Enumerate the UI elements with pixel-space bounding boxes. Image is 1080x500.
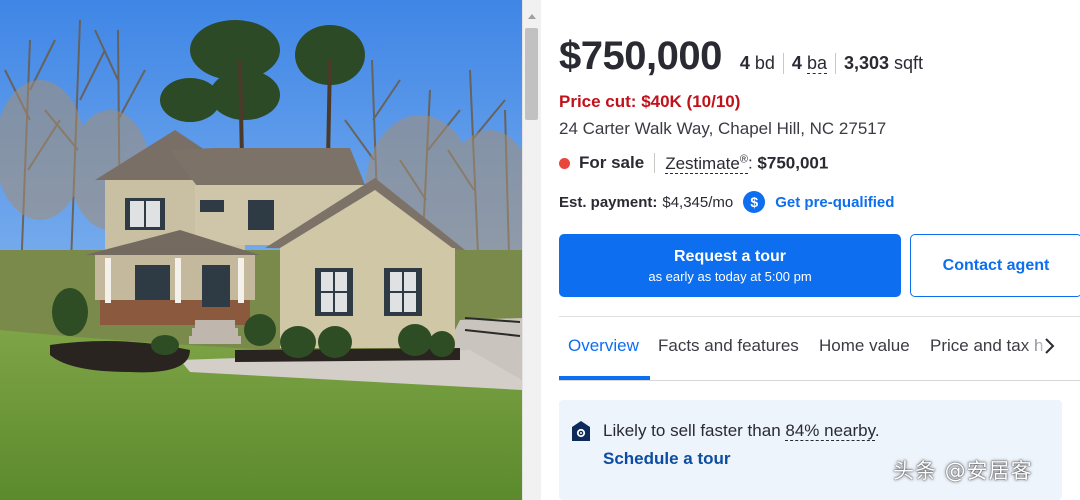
beds-fact: 4 bd — [740, 53, 783, 74]
sqft-unit: sqft — [894, 53, 924, 73]
request-tour-sublabel: as early as today at 5:00 pm — [648, 268, 812, 284]
active-tab-indicator — [559, 376, 650, 380]
photo-scrollbar[interactable] — [522, 0, 541, 500]
price-summary: $750,000 4 bd 4 ba 3,303 sqft — [559, 34, 931, 79]
insight-text: Likely to sell faster than 84% nearby. — [603, 421, 880, 441]
insight-text-before: Likely to sell faster than — [603, 421, 786, 440]
zestimate[interactable]: Zestimate®: $750,001 — [665, 153, 828, 174]
tab-facts-and-features[interactable]: Facts and features — [658, 336, 799, 356]
listing-details: $750,000 4 bd 4 ba 3,303 sqft Price cut:… — [559, 0, 1080, 500]
beds-value: 4 — [739, 53, 750, 73]
scroll-thumb[interactable] — [525, 28, 538, 120]
listing-address: 24 Carter Walk Way, Chapel Hill, NC 2751… — [559, 119, 887, 138]
payment-label: Est. payment: — [559, 193, 658, 211]
chevron-right-icon[interactable] — [1042, 336, 1058, 356]
zestimate-label-text: Zestimate — [665, 153, 740, 173]
dollar-circle-icon: $ — [743, 191, 766, 213]
watermark: 头条 @安居客 — [893, 459, 1033, 483]
zestimate-registered-mark: ® — [739, 153, 748, 165]
baths-unit[interactable]: ba — [806, 53, 827, 74]
detail-tabs: Overview Facts and features Home value P… — [559, 318, 1080, 381]
status-dot-icon — [559, 157, 570, 169]
sell-faster-insight-card: Likely to sell faster than 84% nearby. S… — [559, 400, 1062, 500]
listing-photo[interactable] — [0, 0, 522, 500]
payment-value: $4,345/mo — [662, 193, 734, 211]
house-icon — [572, 421, 590, 441]
contact-agent-button[interactable]: Contact agent — [910, 234, 1080, 297]
tab-overview[interactable]: Overview — [568, 336, 639, 356]
sqft-value: 3,303 — [843, 53, 890, 73]
bed-bath-beyond: 4 bd 4 ba 3,303 sqft — [740, 53, 931, 74]
insight-highlight[interactable]: 84% nearby — [785, 421, 875, 441]
request-tour-label: Request a tour — [673, 247, 786, 265]
scroll-up-icon[interactable] — [528, 14, 536, 19]
status-row: For sale Zestimate®: $750,001 — [559, 153, 828, 174]
baths-fact[interactable]: 4 ba — [782, 53, 835, 74]
request-tour-button[interactable]: Request a tour as early as today at 5:00… — [559, 234, 901, 297]
tab-home-value[interactable]: Home value — [819, 336, 910, 356]
beds-unit: bd — [754, 53, 775, 73]
listing-price: $750,000 — [559, 34, 722, 78]
baths-value: 4 — [791, 53, 802, 73]
section-divider — [559, 316, 1080, 317]
insight-text-after: . — [874, 421, 880, 440]
schedule-tour-link[interactable]: Schedule a tour — [603, 449, 731, 469]
price-cut-notice: Price cut: $40K (10/10) — [559, 92, 741, 111]
zestimate-value: $750,001 — [757, 153, 829, 173]
zestimate-label[interactable]: Zestimate® — [665, 153, 748, 174]
sqft-fact: 3,303 sqft — [834, 53, 931, 74]
zestimate-colon: : — [747, 153, 753, 173]
status-label: For sale — [579, 153, 656, 174]
payment-row: Est. payment: $4,345/mo $ Get pre-qualif… — [559, 191, 894, 213]
get-prequalified-link[interactable]: Get pre-qualified — [775, 194, 894, 211]
